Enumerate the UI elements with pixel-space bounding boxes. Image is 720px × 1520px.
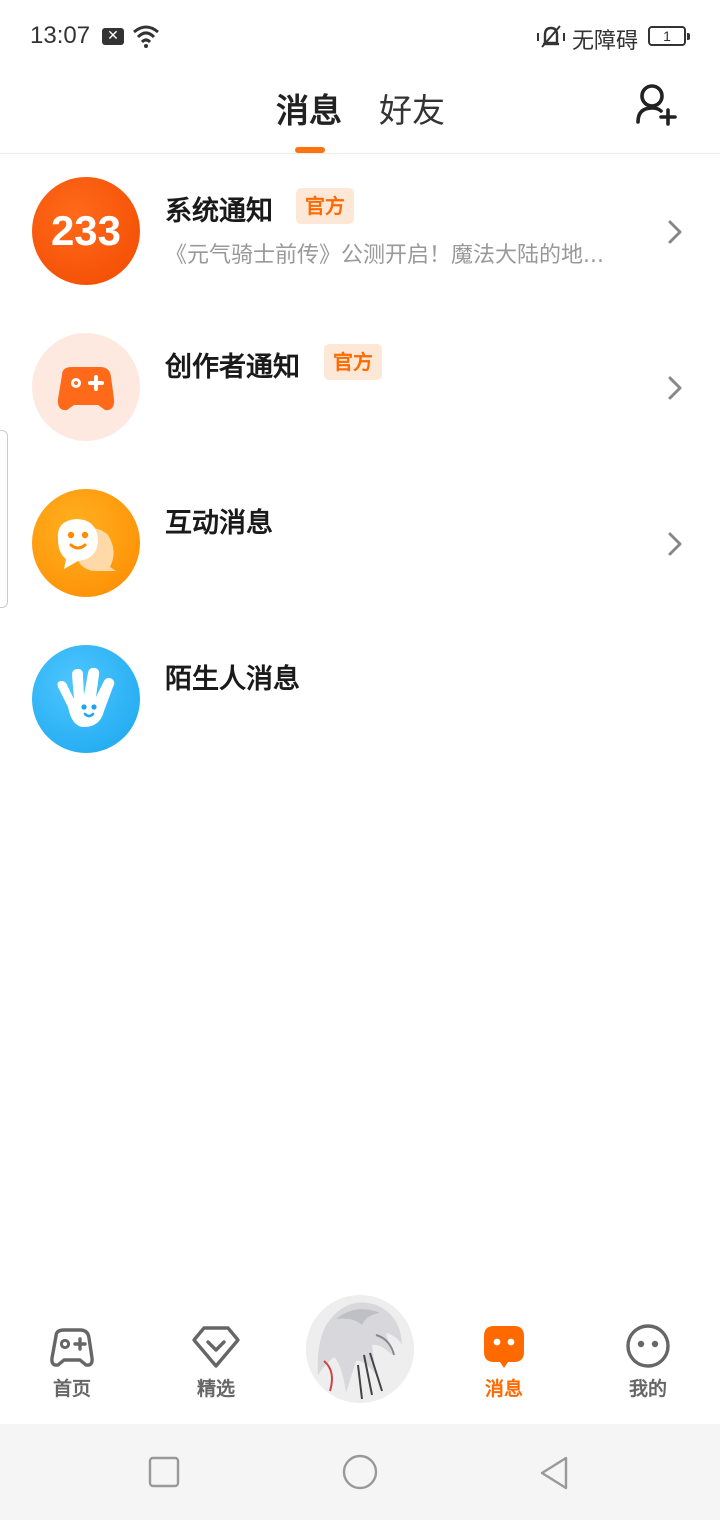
home-circle-icon[interactable] xyxy=(340,1452,380,1492)
chevron-right-icon xyxy=(668,220,682,244)
avatar-233-logo: 233 xyxy=(32,177,140,285)
nav-label: 消息 xyxy=(484,1378,523,1400)
avatar-stranger xyxy=(32,645,140,753)
add-user-icon[interactable] xyxy=(632,80,680,128)
item-title: 互动消息 xyxy=(165,508,273,539)
tab-messages[interactable]: 消息 xyxy=(276,84,342,132)
wifi-icon xyxy=(133,25,159,48)
nav-item-home[interactable]: 首页 xyxy=(27,1322,117,1401)
list-item-interaction[interactable]: 互动消息 xyxy=(0,466,720,622)
item-subtitle: 《元气骑士前传》公测开启！魔法大陆的地... xyxy=(165,243,604,268)
list-item-stranger[interactable]: 陌生人消息 xyxy=(0,622,720,778)
avatar-creator xyxy=(32,333,140,441)
nav-label: 首页 xyxy=(52,1378,91,1400)
item-title: 系统通知 xyxy=(165,196,273,227)
item-title: 陌生人消息 xyxy=(165,664,300,695)
gamepad-icon xyxy=(50,1328,94,1367)
list-item-creator-notice[interactable]: 创作者通知 官方 xyxy=(0,310,720,466)
official-badge: 官方 xyxy=(296,188,354,224)
tab-friends[interactable]: 好友 xyxy=(379,84,445,132)
close-box-icon: ✕ xyxy=(102,28,124,45)
logo-233-icon: 233 xyxy=(51,207,121,254)
waving-hand-icon xyxy=(57,667,115,727)
status-bar: 13:07 ✕ 无障碍 1 xyxy=(0,0,720,72)
heart-diamond-icon xyxy=(192,1326,240,1368)
center-avatar-button[interactable] xyxy=(303,1292,417,1406)
chat-bubble-icon xyxy=(57,519,116,571)
nav-item-messages[interactable]: 消息 xyxy=(459,1322,549,1401)
nav-label: 精选 xyxy=(196,1378,235,1400)
smiley-icon xyxy=(626,1324,670,1368)
svg-text:233: 233 xyxy=(51,207,121,254)
gamepad-icon xyxy=(57,367,115,411)
nav-item-featured[interactable]: 精选 xyxy=(171,1322,261,1401)
official-badge: 官方 xyxy=(324,344,382,380)
recent-apps-icon[interactable] xyxy=(146,1454,182,1490)
message-icon xyxy=(484,1326,524,1368)
item-title: 创作者通知 xyxy=(165,352,300,383)
vibrate-bell-icon xyxy=(537,25,565,48)
avatar-interaction xyxy=(32,489,140,597)
avatar-image xyxy=(306,1295,414,1403)
nav-label: 我的 xyxy=(628,1378,667,1400)
header: 消息 好友 xyxy=(0,72,720,154)
chevron-right-icon xyxy=(668,532,682,556)
status-time: 13:07 xyxy=(30,22,91,49)
back-triangle-icon[interactable] xyxy=(536,1454,574,1492)
message-list: 233 系统通知 官方 《元气骑士前传》公测开启！魔法大陆的地... 创作者通知… xyxy=(0,154,720,778)
battery-icon: 1 xyxy=(648,26,690,46)
list-item-system-notice[interactable]: 233 系统通知 官方 《元气骑士前传》公测开启！魔法大陆的地... xyxy=(0,154,720,310)
chevron-right-icon xyxy=(668,376,682,400)
nav-item-profile[interactable]: 我的 xyxy=(603,1322,693,1401)
accessibility-text: 无障碍 xyxy=(572,29,639,54)
system-nav-bar xyxy=(0,1424,720,1520)
tab-indicator xyxy=(295,147,325,153)
